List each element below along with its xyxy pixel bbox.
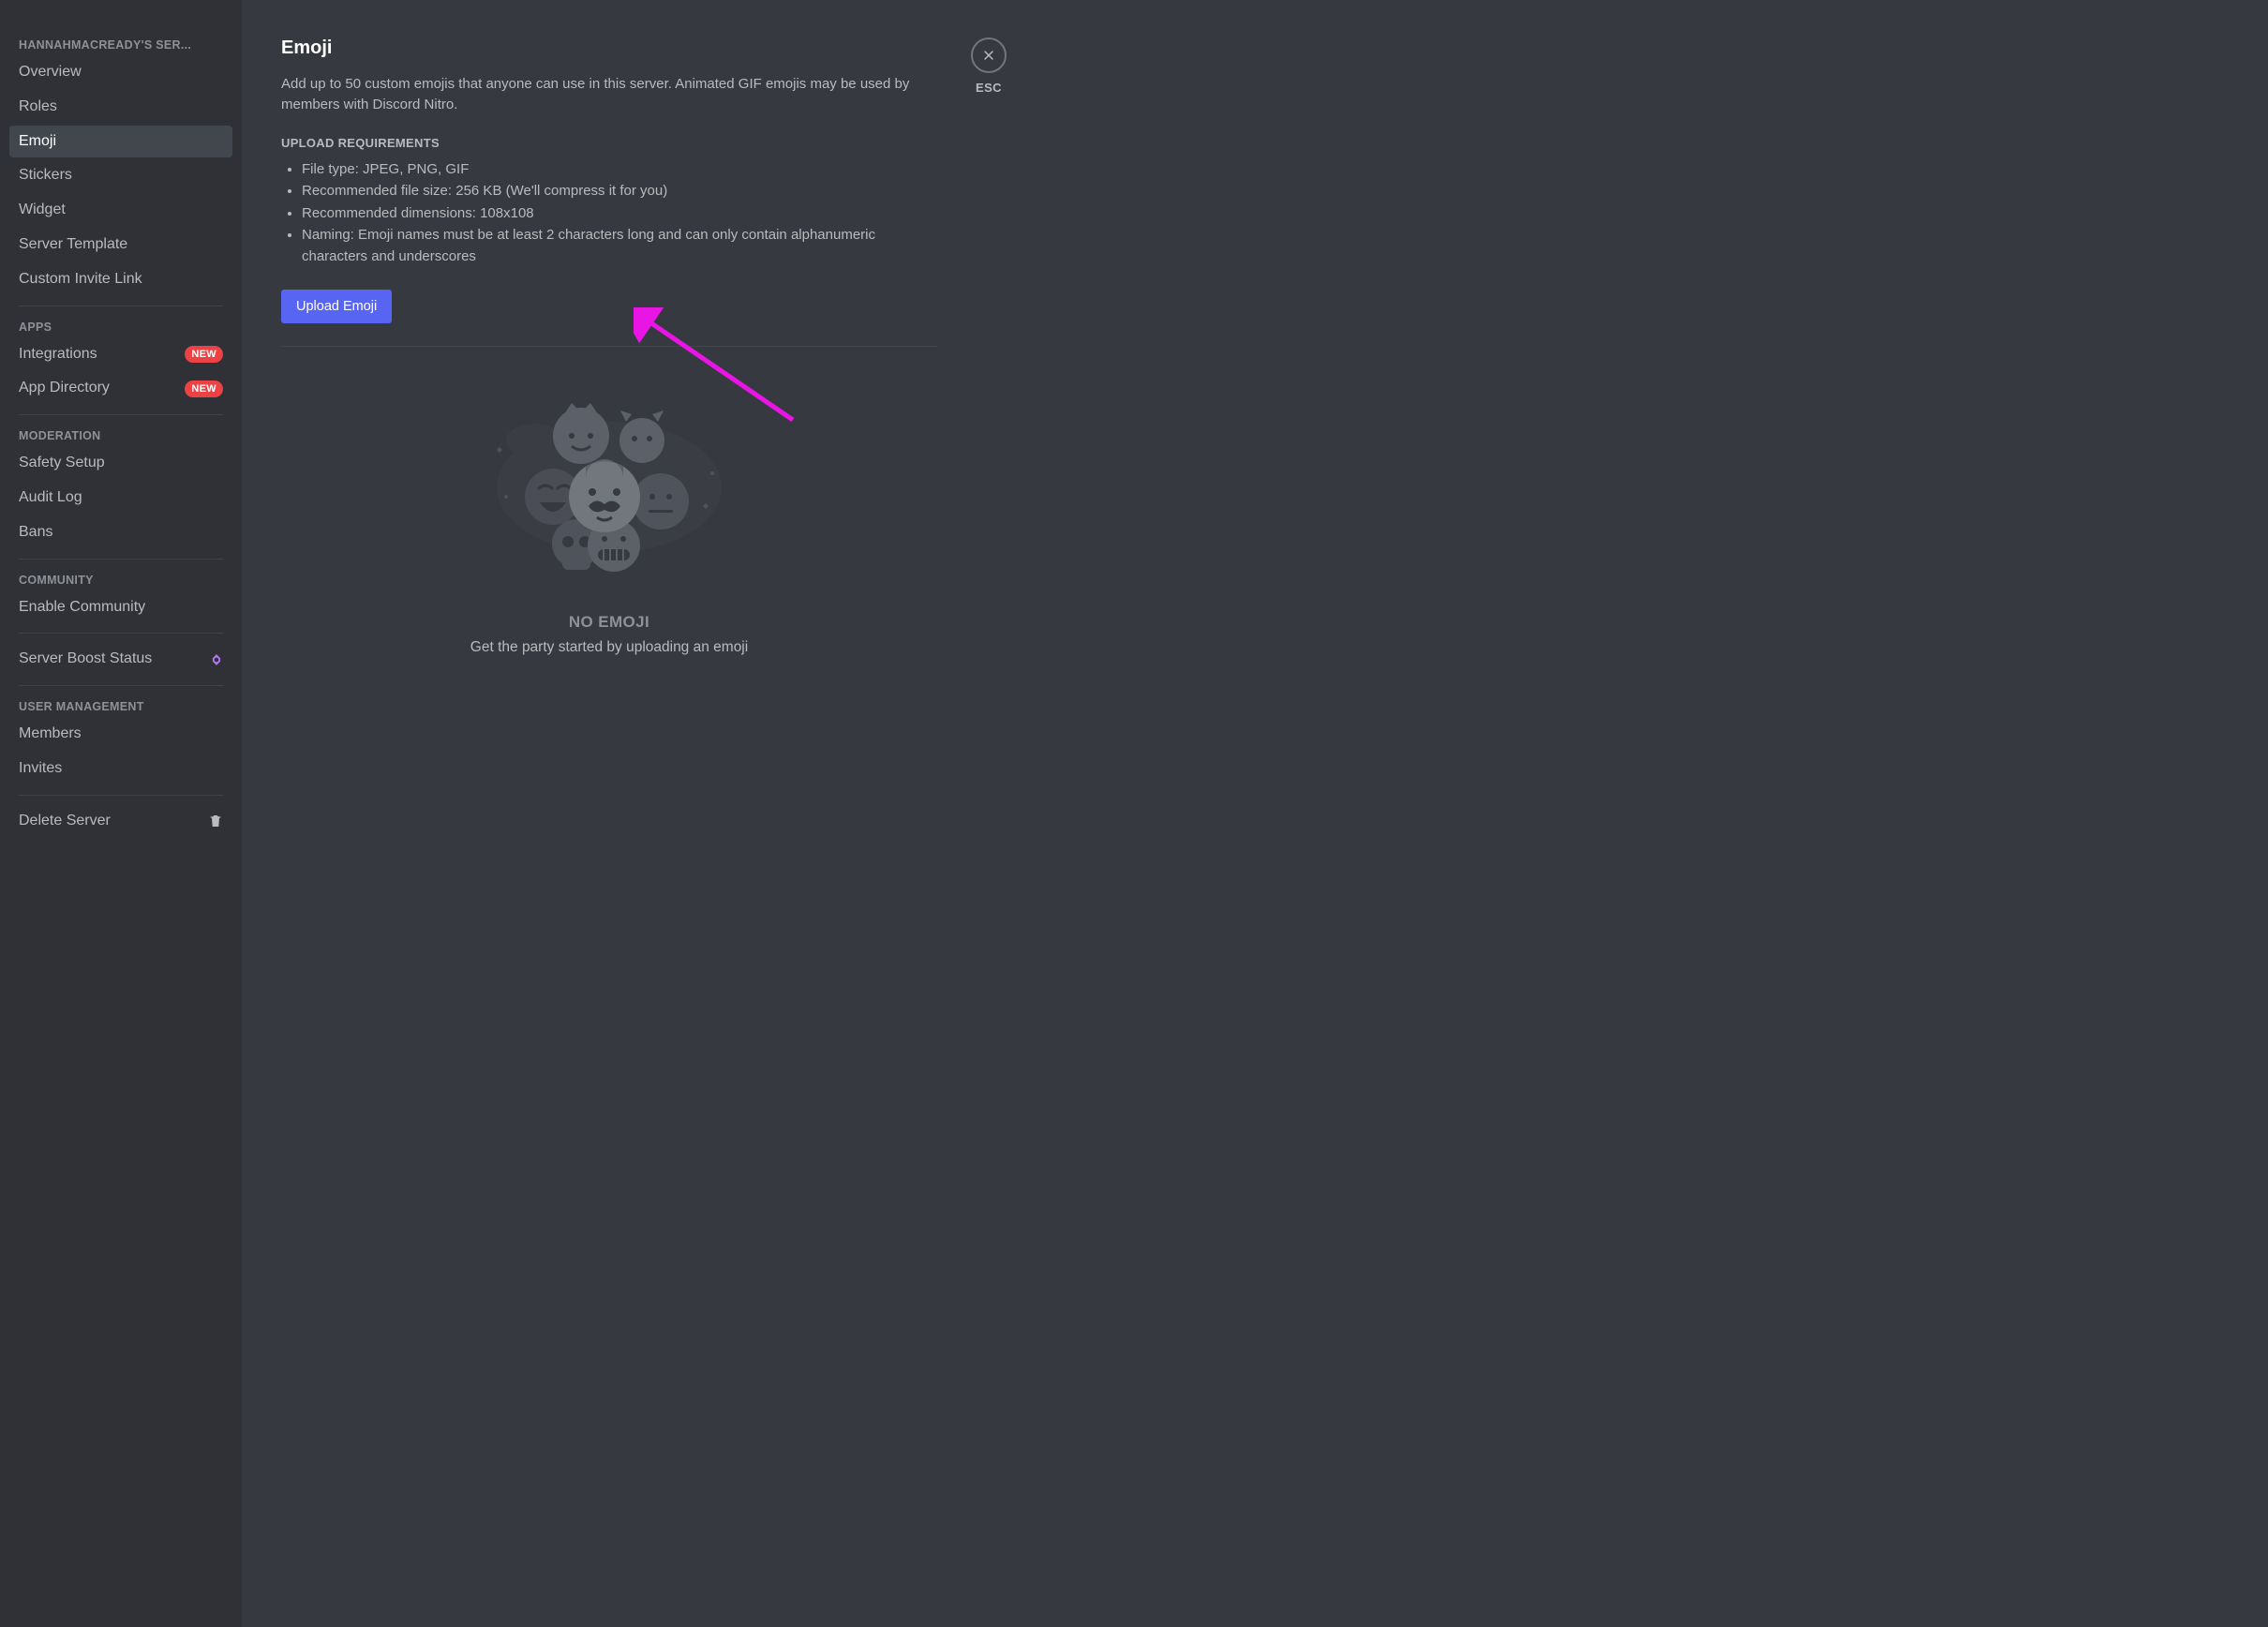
- upload-emoji-button[interactable]: Upload Emoji: [281, 290, 392, 323]
- close-label: ESC: [976, 81, 1002, 95]
- sidebar-item-label: Server Boost Status: [19, 649, 152, 669]
- sidebar-item-invites[interactable]: Invites: [9, 753, 232, 785]
- requirement-item: Recommended file size: 256 KB (We'll com…: [302, 181, 937, 202]
- sidebar-item-label: Invites: [19, 759, 62, 779]
- sidebar-heading-community: COMMUNITY: [9, 569, 232, 591]
- upload-requirements-heading: UPLOAD REQUIREMENTS: [281, 136, 937, 150]
- sidebar-item-label: Emoji: [19, 132, 56, 152]
- sidebar-item-server-boost-status[interactable]: Server Boost Status: [9, 643, 232, 676]
- page-title: Emoji: [281, 37, 937, 59]
- trash-icon: [208, 814, 223, 828]
- sidebar-heading-user-management: USER MANAGEMENT: [9, 695, 232, 718]
- sidebar-item-integrations[interactable]: Integrations NEW: [9, 338, 232, 371]
- sidebar-item-audit-log[interactable]: Audit Log: [9, 482, 232, 515]
- sidebar-item-delete-server[interactable]: Delete Server: [9, 805, 232, 838]
- main-content: Emoji Add up to 50 custom emojis that an…: [242, 0, 2268, 1627]
- empty-state-title: NO EMOJI: [281, 613, 937, 632]
- sidebar-item-label: Overview: [19, 63, 82, 82]
- sidebar-separator: [19, 685, 223, 686]
- sidebar-item-label: Delete Server: [19, 812, 111, 831]
- sidebar-item-server-template[interactable]: Server Template: [9, 229, 232, 261]
- sidebar-item-label: Members: [19, 724, 82, 744]
- sidebar-item-label: Audit Log: [19, 488, 82, 508]
- requirement-item: File type: JPEG, PNG, GIF: [302, 159, 937, 181]
- sidebar-item-emoji[interactable]: Emoji: [9, 126, 232, 158]
- sidebar-heading-moderation: MODERATION: [9, 425, 232, 447]
- sidebar-item-label: Integrations: [19, 345, 97, 365]
- sidebar-item-enable-community[interactable]: Enable Community: [9, 591, 232, 624]
- empty-state: NO EMOJI Get the party started by upload…: [281, 384, 937, 656]
- sidebar-item-label: Bans: [19, 523, 52, 543]
- sidebar-heading-apps: APPS: [9, 316, 232, 338]
- sidebar-separator: [19, 414, 223, 415]
- empty-state-subtitle: Get the party started by uploading an em…: [281, 639, 937, 656]
- content-divider: [281, 346, 937, 347]
- close-column: ESC: [956, 37, 1022, 1590]
- requirement-item: Recommended dimensions: 108x108: [302, 203, 937, 225]
- sidebar-separator: [19, 633, 223, 634]
- sidebar-separator: [19, 795, 223, 796]
- sidebar-item-app-directory[interactable]: App Directory NEW: [9, 372, 232, 405]
- server-name-heading: HANNAHMACREADY'S SER...: [9, 34, 232, 56]
- sidebar-item-overview[interactable]: Overview: [9, 56, 232, 89]
- close-button[interactable]: [971, 37, 1007, 73]
- sidebar-item-roles[interactable]: Roles: [9, 91, 232, 124]
- boost-icon: [210, 653, 223, 666]
- close-icon: [981, 48, 996, 63]
- sidebar-item-label: Stickers: [19, 166, 72, 186]
- settings-sidebar: HANNAHMACREADY'S SER... Overview Roles E…: [0, 0, 242, 1627]
- sidebar-item-bans[interactable]: Bans: [9, 516, 232, 549]
- sidebar-item-members[interactable]: Members: [9, 718, 232, 751]
- sidebar-item-label: Roles: [19, 97, 57, 117]
- sidebar-item-stickers[interactable]: Stickers: [9, 159, 232, 192]
- emoji-settings-panel: Emoji Add up to 50 custom emojis that an…: [281, 37, 937, 1590]
- sidebar-item-label: Widget: [19, 201, 66, 220]
- sidebar-item-label: Custom Invite Link: [19, 270, 142, 290]
- sidebar-item-label: Server Template: [19, 235, 127, 255]
- requirement-item: Naming: Emoji names must be at least 2 c…: [302, 225, 937, 267]
- page-description: Add up to 50 custom emojis that anyone c…: [281, 74, 937, 115]
- sidebar-item-safety-setup[interactable]: Safety Setup: [9, 447, 232, 480]
- empty-emoji-illustration-icon: [478, 384, 740, 590]
- new-badge: NEW: [185, 381, 223, 397]
- sidebar-item-custom-invite-link[interactable]: Custom Invite Link: [9, 263, 232, 296]
- sidebar-item-label: App Directory: [19, 379, 110, 398]
- sidebar-item-label: Safety Setup: [19, 454, 105, 473]
- new-badge: NEW: [185, 346, 223, 363]
- sidebar-item-widget[interactable]: Widget: [9, 194, 232, 227]
- sidebar-item-label: Enable Community: [19, 598, 145, 618]
- upload-requirements-list: File type: JPEG, PNG, GIF Recommended fi…: [281, 159, 937, 268]
- sidebar-separator: [19, 559, 223, 560]
